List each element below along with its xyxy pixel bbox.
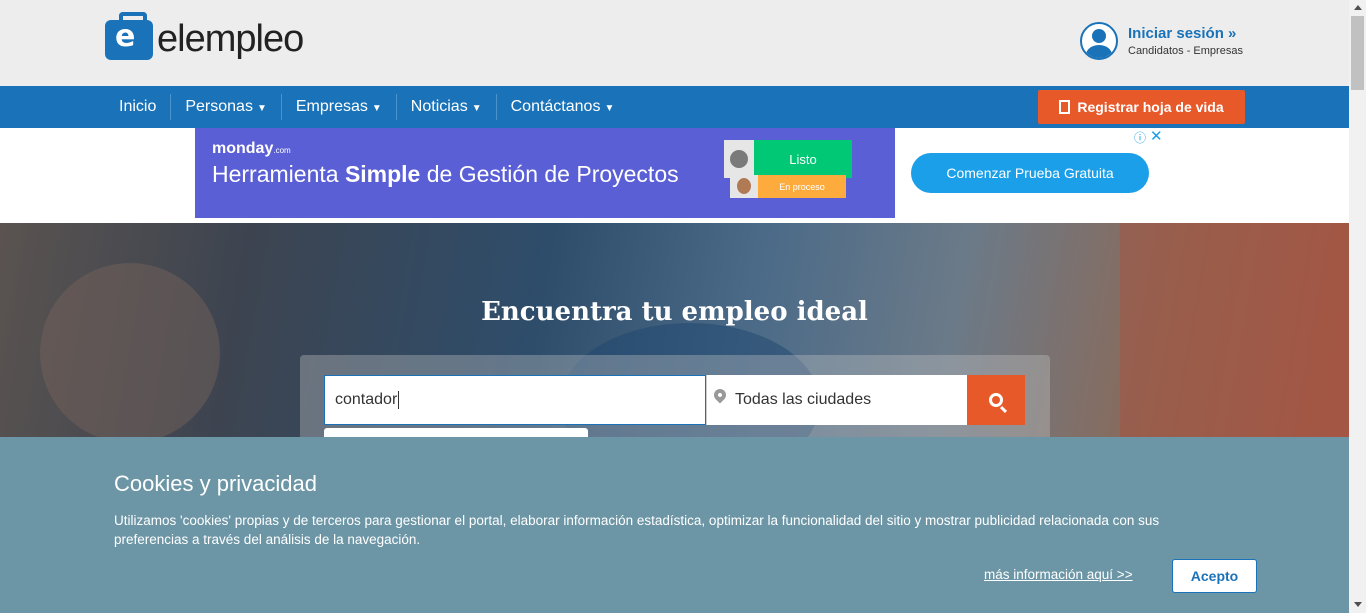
search-icon [989,393,1003,407]
scrollbar-thumb[interactable] [1351,16,1364,90]
nav-item-empresas[interactable]: Empresas ▼ [282,94,397,120]
text-cursor [398,391,400,409]
register-cv-button[interactable]: Registrar hoja de vida [1038,90,1245,124]
chevron-down-icon: ▼ [256,103,267,114]
user-avatar-icon[interactable] [1080,22,1118,60]
vertical-scrollbar[interactable] [1349,0,1366,613]
hero-title: Encuentra tu empleo ideal [481,297,868,327]
ad-row: monday.com Herramienta Simple de Gestión… [0,127,1349,223]
cookie-banner: Cookies y privacidad Utilizamos 'cookies… [0,437,1349,613]
login-area[interactable]: Iniciar sesión » Candidatos - Empresas [1080,22,1243,60]
cookie-more-info-link[interactable]: más información aquí >> [984,567,1133,582]
ad-status-progress: En proceso [758,175,846,198]
ad-status-card-progress: En proceso [730,175,846,198]
nav-item-personas[interactable]: Personas ▼ [171,94,282,120]
job-search-input[interactable]: contador [324,375,706,425]
nav-item-contactanos[interactable]: Contáctanos ▼ [497,94,629,120]
search-panel: contador Todas las ciudades [300,355,1050,437]
ad-cta-button[interactable]: Comenzar Prueba Gratuita [911,153,1149,193]
ad-close-icon[interactable]: ✕ [1150,127,1163,145]
city-select[interactable]: Todas las ciudades [706,375,968,425]
nav-item-noticias[interactable]: Noticias ▼ [397,94,497,120]
ad-status-card: Listo [724,140,852,178]
ad-status-done: Listo [754,140,852,178]
logo-text: elempleo [157,18,304,60]
login-subtitle: Candidatos - Empresas [1128,45,1243,57]
scroll-down-arrow-icon[interactable] [1354,602,1362,607]
ad-banner[interactable]: monday.com Herramienta Simple de Gestión… [195,128,895,218]
ad-info-icon[interactable]: ⓘ [1134,129,1146,146]
autocomplete-dropdown[interactable] [324,428,588,437]
nav-item-inicio[interactable]: Inicio [105,94,172,120]
scroll-up-arrow-icon[interactable] [1354,5,1362,10]
location-pin-icon [711,386,729,404]
chevron-down-icon: ▼ [471,103,482,114]
chevron-down-icon: ▼ [371,103,382,114]
briefcase-logo-icon [105,11,153,60]
hero-section: Encuentra tu empleo ideal contador Todas… [0,223,1349,437]
login-link[interactable]: Iniciar sesión » [1128,25,1243,42]
chevron-down-icon: ▼ [604,103,615,114]
ad-brand: monday.com [212,140,291,157]
document-icon [1059,100,1071,114]
accept-cookies-button[interactable]: Acepto [1172,559,1257,593]
person-avatar-icon [724,140,754,178]
elempleo-logo[interactable]: elempleo [105,11,304,61]
cookie-text: Utilizamos 'cookies' propias y de tercer… [114,513,1160,547]
search-button[interactable] [967,375,1025,425]
cookie-title: Cookies y privacidad [114,471,317,496]
person-avatar-icon [730,175,758,198]
site-header: elempleo Iniciar sesión » Candidatos - E… [0,0,1349,86]
ad-headline: Herramienta Simple de Gestión de Proyect… [212,161,679,187]
